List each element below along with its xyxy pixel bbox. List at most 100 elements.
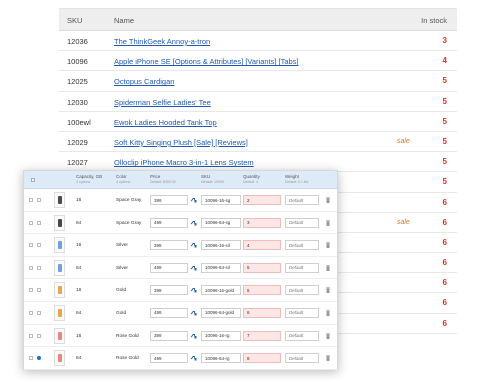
default-variant-radio[interactable] <box>37 220 41 225</box>
price-input[interactable] <box>150 217 188 228</box>
stock-count: 6 <box>442 298 447 308</box>
table-row[interactable]: 12036 The ThinkGeek Annoy-a-tron 3 <box>59 31 457 52</box>
row-checkbox[interactable] <box>29 333 33 338</box>
weight-input[interactable] <box>285 307 319 318</box>
weight-input[interactable] <box>285 195 319 205</box>
variant-sku-input[interactable] <box>201 330 241 341</box>
trash-icon[interactable] <box>326 220 330 226</box>
trash-icon[interactable] <box>326 197 330 203</box>
variant-image[interactable] <box>54 259 65 276</box>
variant-image[interactable] <box>54 350 65 367</box>
default-variant-radio[interactable] <box>37 243 41 248</box>
link-icon[interactable] <box>190 242 197 248</box>
row-checkbox[interactable] <box>29 288 33 293</box>
variant-sku-input[interactable] <box>201 307 241 318</box>
trash-icon[interactable] <box>326 310 330 316</box>
row-checkbox[interactable] <box>29 243 33 248</box>
product-sku: 10096 <box>67 57 88 67</box>
name-column-header[interactable]: Name <box>114 16 134 25</box>
quantity-input[interactable] <box>243 307 281 318</box>
product-sku: 100ewl <box>67 117 91 127</box>
price-input[interactable] <box>150 330 188 341</box>
table-row[interactable]: 12029 Soft Kitty Singing Plush [Sale] [Re… <box>59 132 457 153</box>
default-variant-radio[interactable] <box>37 288 41 293</box>
row-checkbox[interactable] <box>29 265 33 270</box>
quantity-column-header: Quantity Default: 4 <box>243 174 260 185</box>
link-icon[interactable] <box>190 197 197 203</box>
variant-capacity: 16 <box>76 198 82 203</box>
row-checkbox[interactable] <box>29 198 33 202</box>
weight-input[interactable] <box>285 330 319 341</box>
stock-column-header[interactable]: In stock <box>421 16 447 25</box>
quantity-input[interactable] <box>243 195 281 205</box>
variant-image[interactable] <box>54 192 65 208</box>
link-icon[interactable] <box>190 220 197 226</box>
variant-sku-input[interactable] <box>201 285 241 296</box>
product-name-link[interactable]: The ThinkGeek Annoy-a-tron <box>114 37 210 46</box>
trash-icon[interactable] <box>326 265 330 271</box>
row-checkbox[interactable] <box>29 310 33 315</box>
variant-sku-input[interactable] <box>201 217 241 228</box>
product-name-link[interactable]: Spiderman Selfie Ladies' Tee <box>114 98 211 107</box>
trash-icon[interactable] <box>326 333 330 339</box>
quantity-input[interactable] <box>243 330 281 341</box>
price-input[interactable] <box>150 262 188 273</box>
default-variant-radio[interactable] <box>37 356 41 361</box>
row-checkbox[interactable] <box>29 356 33 361</box>
link-icon[interactable] <box>190 265 197 271</box>
quantity-input[interactable] <box>243 217 281 228</box>
product-name-link[interactable]: Ewok Ladies Hooded Tank Top <box>114 118 217 127</box>
product-name-link[interactable]: Soft Kitty Singing Plush [Sale] [Reviews… <box>114 138 248 147</box>
variant-sku-input[interactable] <box>201 240 241 251</box>
price-input[interactable] <box>150 240 188 251</box>
variant-sku-input[interactable] <box>201 195 241 205</box>
weight-input[interactable] <box>285 240 319 251</box>
default-variant-radio[interactable] <box>37 265 41 270</box>
table-row[interactable]: 10096 Apple iPhone SE [Options & Attribut… <box>59 51 457 72</box>
link-icon[interactable] <box>190 355 197 361</box>
row-checkbox[interactable] <box>29 220 33 225</box>
table-row[interactable]: 12030 Spiderman Selfie Ladies' Tee 5 <box>59 92 457 112</box>
product-name-link[interactable]: Apple iPhone SE [Options & Attributes] [… <box>114 57 299 66</box>
variant-image[interactable] <box>54 282 65 299</box>
phone-image-icon <box>58 218 62 227</box>
quantity-input[interactable] <box>243 285 281 296</box>
select-all-checkbox[interactable] <box>31 178 35 182</box>
default-variant-radio[interactable] <box>37 333 41 338</box>
table-row[interactable]: 12025 Octopus Cardigan 5 <box>59 71 457 92</box>
weight-input[interactable] <box>285 353 319 364</box>
trash-icon[interactable] <box>326 287 330 294</box>
stock-count: 4 <box>442 56 447 66</box>
product-name-link[interactable]: Olloclip iPhone Macro 3-in-1 Lens System <box>114 158 254 167</box>
quantity-input[interactable] <box>243 240 281 251</box>
trash-icon[interactable] <box>326 355 330 362</box>
variant-image[interactable] <box>54 214 65 231</box>
variant-sku-input[interactable] <box>201 353 241 364</box>
trash-icon[interactable] <box>326 242 330 249</box>
default-variant-radio[interactable] <box>37 198 41 202</box>
default-variant-radio[interactable] <box>37 310 41 315</box>
table-row[interactable]: 100ewl Ewok Ladies Hooded Tank Top 5 <box>59 112 457 132</box>
variant-image[interactable] <box>54 327 65 344</box>
variant-image[interactable] <box>54 237 65 254</box>
price-input[interactable] <box>150 307 188 318</box>
variant-capacity: 64 <box>76 265 82 271</box>
sku-column-header[interactable]: SKU <box>67 16 82 25</box>
product-name-link[interactable]: Octopus Cardigan <box>114 77 174 86</box>
price-input[interactable] <box>150 195 188 205</box>
weight-input[interactable] <box>285 285 319 296</box>
weight-input[interactable] <box>285 217 319 228</box>
variant-image[interactable] <box>54 304 65 321</box>
price-input[interactable] <box>150 285 188 296</box>
quantity-header-label: Quantity <box>243 174 260 179</box>
variant-capacity: 64 <box>76 356 82 362</box>
price-input[interactable] <box>150 353 188 364</box>
link-icon[interactable] <box>190 333 197 339</box>
weight-input[interactable] <box>285 262 319 273</box>
quantity-input[interactable] <box>243 353 281 364</box>
variant-capacity: 64 <box>76 310 82 316</box>
quantity-input[interactable] <box>243 262 281 273</box>
variant-sku-input[interactable] <box>201 262 241 273</box>
link-icon[interactable] <box>190 287 197 293</box>
link-icon[interactable] <box>190 310 197 316</box>
